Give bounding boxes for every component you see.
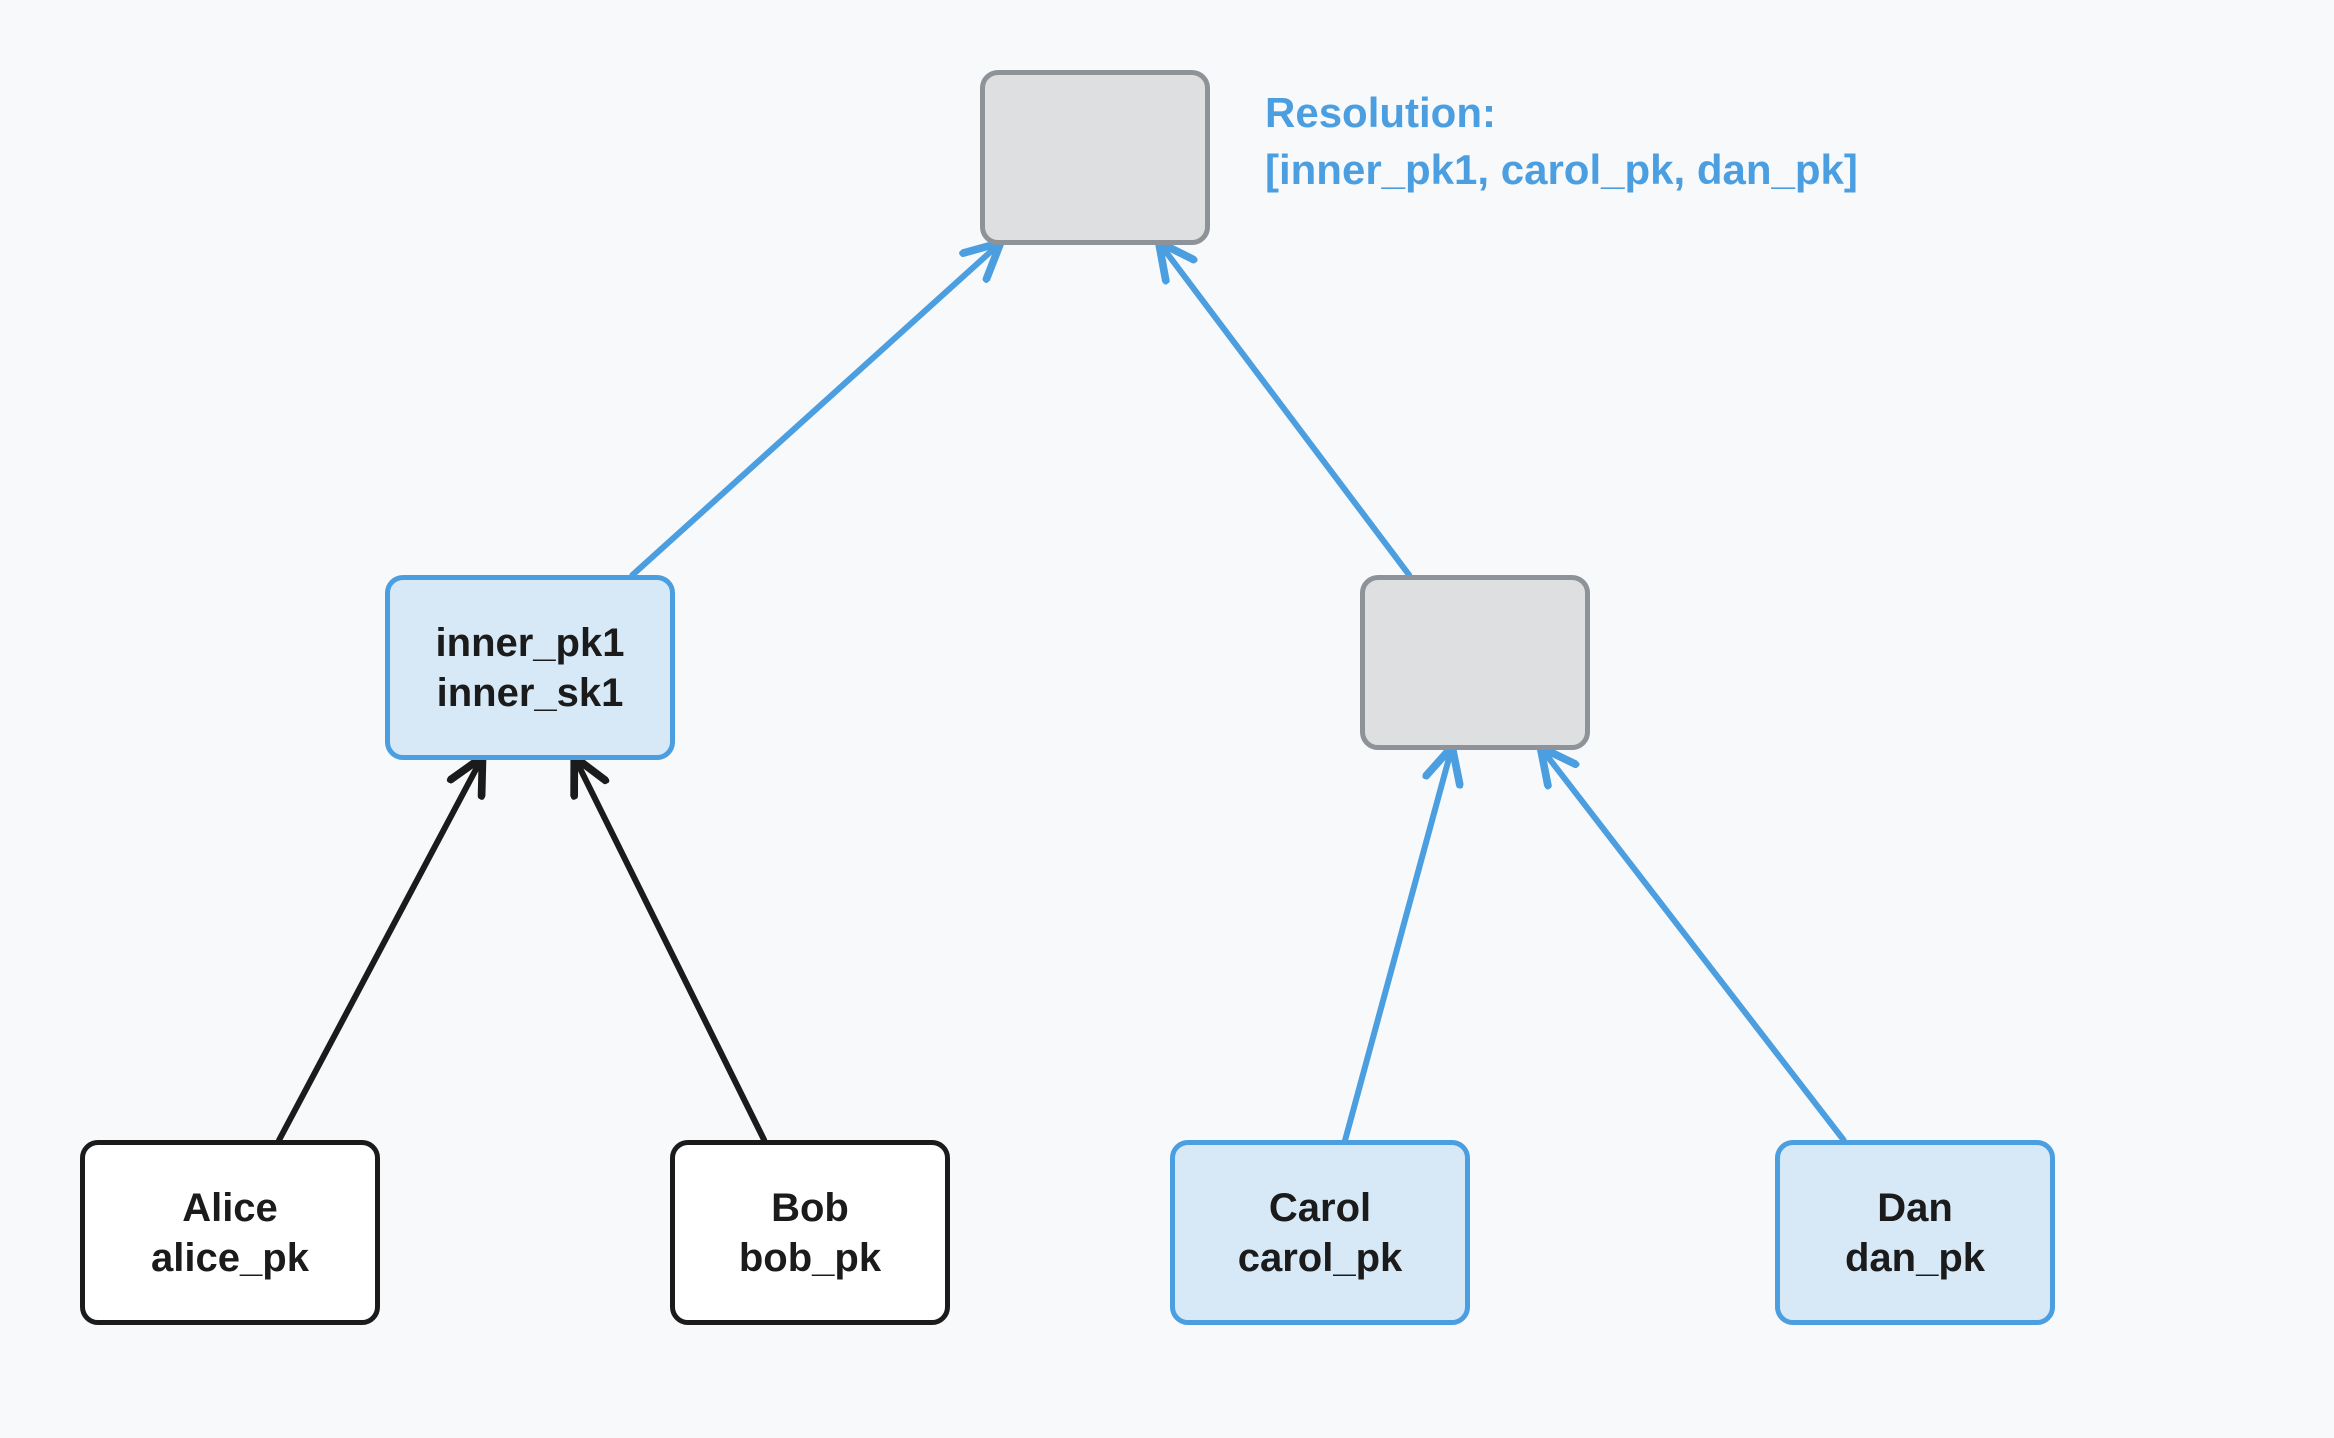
edge-alice-to-innerL [279,760,481,1140]
edge-dan-to-innerR [1543,750,1844,1140]
node-inner-left: inner_pk1 inner_sk1 [385,575,675,760]
node-bob-line1: Bob [771,1183,849,1233]
node-alice-line1: Alice [182,1183,278,1233]
node-bob-line2: bob_pk [739,1233,881,1283]
node-dan-line1: Dan [1877,1183,1953,1233]
resolution-annotation: Resolution: [inner_pk1, carol_pk, dan_pk… [1265,85,1858,198]
node-inner-right [1360,575,1590,750]
node-carol-line2: carol_pk [1238,1233,1403,1283]
edge-innerR-to-root [1161,245,1409,575]
resolution-line1: Resolution: [1265,89,1496,136]
node-root [980,70,1210,245]
node-bob: Bob bob_pk [670,1140,950,1325]
diagram-canvas: inner_pk1 inner_sk1 Alice alice_pk Bob b… [0,0,2334,1438]
edge-bob-to-innerL [576,760,764,1140]
node-alice-line2: alice_pk [151,1233,309,1283]
node-dan-line2: dan_pk [1845,1233,1985,1283]
node-carol: Carol carol_pk [1170,1140,1470,1325]
node-alice: Alice alice_pk [80,1140,380,1325]
resolution-line2: [inner_pk1, carol_pk, dan_pk] [1265,146,1858,193]
node-carol-line1: Carol [1269,1183,1371,1233]
node-inner-left-line2: inner_sk1 [437,668,624,718]
edge-innerL-to-root [632,245,998,575]
node-inner-left-line1: inner_pk1 [436,618,625,668]
edge-carol-to-innerR [1345,750,1451,1140]
node-dan: Dan dan_pk [1775,1140,2055,1325]
